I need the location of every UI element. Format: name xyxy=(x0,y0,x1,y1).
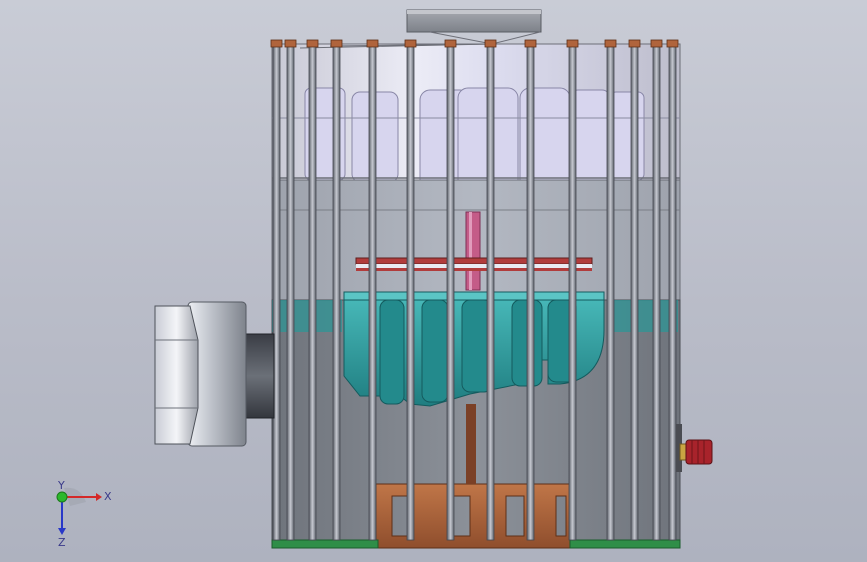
y-axis-dot xyxy=(56,491,68,503)
rod-cap xyxy=(404,39,417,48)
drive-shaft[interactable] xyxy=(465,211,481,291)
rod-cap xyxy=(306,39,319,48)
vertical-rod xyxy=(606,43,615,541)
rod-cap xyxy=(484,39,497,48)
hex-nut[interactable] xyxy=(154,305,199,445)
rod-cap xyxy=(628,39,641,48)
vertical-rod xyxy=(652,43,661,541)
rod-cap xyxy=(566,39,579,48)
right-connector[interactable] xyxy=(676,424,713,472)
base-rail-left[interactable] xyxy=(271,539,379,549)
vertical-rod xyxy=(406,43,415,541)
vertical-rod xyxy=(526,43,535,541)
rod-cap xyxy=(284,39,297,48)
x-axis-label: X xyxy=(104,490,112,503)
rod-cap xyxy=(366,39,379,48)
orientation-triad[interactable]: X Y Z xyxy=(40,480,120,550)
rod-cap xyxy=(666,39,679,48)
vertical-rod xyxy=(368,43,377,541)
rod-cap xyxy=(444,39,457,48)
y-axis-label: Y xyxy=(57,480,65,492)
vertical-rod xyxy=(272,43,281,541)
vertical-rod xyxy=(668,43,677,541)
vertical-rod xyxy=(486,43,495,541)
vertical-rod xyxy=(332,43,341,541)
vertical-rod xyxy=(308,43,317,541)
rod-cap xyxy=(270,39,283,48)
side-motor[interactable] xyxy=(154,301,275,447)
rod-cap xyxy=(330,39,343,48)
vertical-rod xyxy=(568,43,577,541)
cad-viewport[interactable]: X Y Z xyxy=(0,0,867,562)
base-rail-right[interactable] xyxy=(569,539,681,549)
vertical-rod xyxy=(446,43,455,541)
z-axis-label: Z xyxy=(58,536,66,549)
rod-cap xyxy=(524,39,537,48)
vertical-rod xyxy=(630,43,639,541)
assembly-model[interactable] xyxy=(0,0,867,562)
rod-cap xyxy=(650,39,663,48)
separator-plate[interactable] xyxy=(355,257,593,265)
vertical-rod xyxy=(286,43,295,541)
rod-cap xyxy=(604,39,617,48)
